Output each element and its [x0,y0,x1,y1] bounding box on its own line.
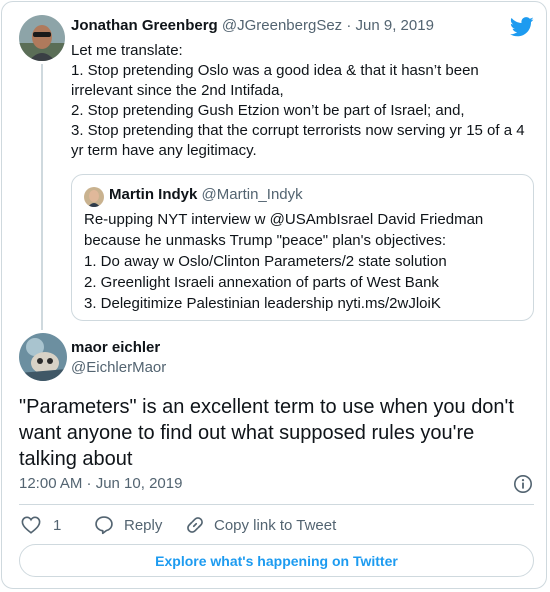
quoted-text-line: 3. Delegitimize Palestinian leadership n… [84,295,441,312]
speech-bubble-icon [94,515,114,535]
reply-timestamp[interactable]: 12:00 AM · Jun 10, 2019 [19,475,182,492]
explore-button[interactable]: Explore what's happening on Twitter [19,544,534,577]
link-icon [185,515,205,535]
parent-text-line: yr term have any legitimacy. [71,142,257,159]
reply-label: Reply [124,516,163,534]
parent-text-line: 2. Stop pretending Gush Etzion won’t be … [71,102,465,119]
actions-divider [19,504,534,505]
parent-tweet-text: Let me translate: 1. Stop pretending Osl… [71,41,526,161]
reply-author-name[interactable]: maor eichler [71,339,160,356]
reply-tweet-text: "Parameters" is an excellent term to use… [19,394,534,472]
info-icon[interactable] [513,474,533,494]
thread-connector-line [41,64,43,330]
parent-author-avatar[interactable] [19,15,65,61]
quoted-text-line: Re-upping NYT interview w @USAmbIsrael D… [84,211,484,228]
quoted-tweet-card[interactable]: Martin Indyk @Martin_Indyk Re-upping NYT… [71,174,534,321]
reply-text-line: talking about [19,448,133,470]
parent-text-line: 1. Stop pretending Oslo was a good idea … [71,62,479,79]
quoted-tweet-header: Martin Indyk @Martin_Indyk [109,186,303,203]
quoted-text-line: 2. Greenlight Israeli annexation of part… [84,274,439,291]
parent-author-handle[interactable]: @JGreenbergSez [222,17,342,34]
reply-author-handle[interactable]: @EichlerMaor [71,359,166,376]
quoted-author-handle: @Martin_Indyk [201,186,303,203]
parent-tweet-date[interactable]: Jun 9, 2019 [356,17,434,34]
parent-author-name[interactable]: Jonathan Greenberg [71,17,218,34]
like-count: 1 [53,516,62,534]
quoted-text-line: 1. Do away w Oslo/Clinton Parameters/2 s… [84,253,447,270]
parent-tweet-header: Jonathan Greenberg @JGreenbergSez · Jun … [71,17,434,34]
quoted-tweet-text: Re-upping NYT interview w @USAmbIsrael D… [84,209,524,314]
reply-text-line: want anyone to find out what supposed ru… [19,422,475,444]
quoted-text-line: because he unmasks Trump "peace" plan's … [84,232,447,249]
heart-icon [21,516,41,534]
quoted-author-avatar [84,187,104,207]
parent-text-line: 3. Stop pretending that the corrupt terr… [71,122,525,139]
reply-author-avatar[interactable] [19,333,67,381]
reply-button[interactable]: Reply [84,514,162,536]
twitter-bird-icon[interactable] [509,16,534,38]
copy-link-button[interactable]: Copy link to Tweet [176,514,336,536]
copy-link-label: Copy link to Tweet [214,516,337,534]
parent-text-line: irrelevant since the 2nd Intifada, [71,82,284,99]
header-separator: · [346,17,352,34]
reply-text-line: "Parameters" is an excellent term to use… [19,396,514,418]
embedded-tweet-card: Jonathan Greenberg @JGreenbergSez · Jun … [1,1,547,589]
quoted-author-name: Martin Indyk [109,186,198,203]
like-button[interactable]: 1 [21,514,61,536]
parent-text-line: Let me translate: [71,42,183,59]
